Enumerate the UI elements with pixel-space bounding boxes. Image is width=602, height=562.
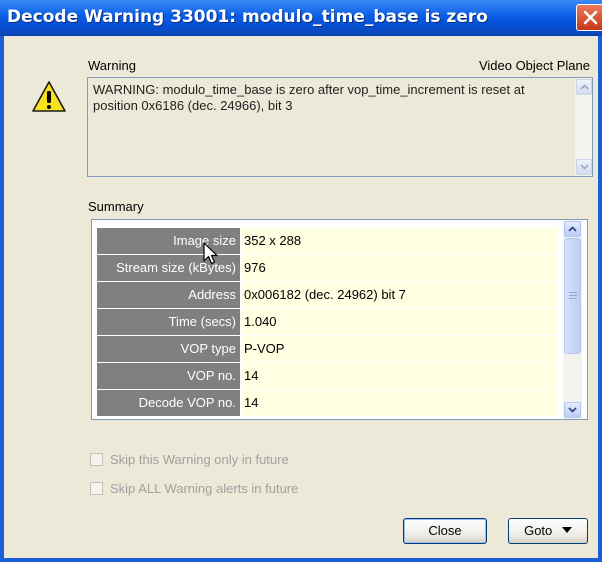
scroll-thumb[interactable] bbox=[564, 238, 581, 354]
row-value: 0x006182 (dec. 24962) bit 7 bbox=[242, 282, 557, 308]
chevron-up-icon bbox=[568, 226, 577, 232]
table-row: Decode VOP no. 14 bbox=[97, 390, 557, 417]
goto-button-label: Goto bbox=[524, 523, 553, 538]
skip-all-warnings-option[interactable]: Skip ALL Warning alerts in future bbox=[90, 481, 298, 496]
summary-label: Summary bbox=[88, 199, 144, 214]
row-value: 976 bbox=[242, 255, 557, 281]
row-name: Stream size (kBytes) bbox=[97, 255, 241, 281]
warning-message-text: WARNING: modulo_time_base is zero after … bbox=[93, 82, 525, 113]
table-row: VOP type P-VOP bbox=[97, 336, 557, 363]
warning-message-box[interactable]: WARNING: modulo_time_base is zero after … bbox=[87, 77, 593, 177]
section-label: Video Object Plane bbox=[478, 58, 590, 73]
row-value: 14 bbox=[242, 390, 557, 416]
table-row: Time (secs) 1.040 bbox=[97, 309, 557, 336]
window-title: Decode Warning 33001: modulo_time_base i… bbox=[7, 7, 488, 27]
table-row: Image size 352 x 288 bbox=[97, 228, 557, 255]
table-row: Stream size (kBytes) 976 bbox=[97, 255, 557, 282]
dialog-window: Decode Warning 33001: modulo_time_base i… bbox=[0, 0, 602, 562]
skip-this-warning-option[interactable]: Skip this Warning only in future bbox=[90, 452, 289, 467]
row-name: VOP no. bbox=[97, 363, 241, 389]
row-value: 1.040 bbox=[242, 309, 557, 335]
skip-this-label: Skip this Warning only in future bbox=[110, 452, 289, 467]
row-name: VOP type bbox=[97, 336, 241, 362]
scroll-down-button[interactable] bbox=[576, 159, 592, 175]
chevron-down-icon bbox=[568, 407, 577, 413]
close-button[interactable]: Close bbox=[403, 518, 487, 544]
table-row: VOP no. 14 bbox=[97, 363, 557, 390]
window-close-button[interactable] bbox=[576, 4, 602, 31]
scroll-up-button[interactable] bbox=[576, 79, 592, 95]
skip-all-label: Skip ALL Warning alerts in future bbox=[110, 481, 299, 496]
mouse-cursor-icon bbox=[203, 242, 219, 269]
warning-label: Warning bbox=[88, 58, 136, 73]
summary-table[interactable]: Image size 352 x 288 Stream size (kBytes… bbox=[91, 219, 588, 420]
summary-scrollbar[interactable] bbox=[563, 220, 582, 419]
summary-scroll-up-button[interactable] bbox=[564, 221, 581, 237]
title-bar[interactable]: Decode Warning 33001: modulo_time_base i… bbox=[0, 0, 602, 36]
summary-scroll-down-button[interactable] bbox=[564, 402, 581, 418]
row-value: 14 bbox=[242, 363, 557, 389]
dialog-client: Warning Video Object Plane WARNING: modu… bbox=[4, 36, 598, 558]
row-value: P-VOP bbox=[242, 336, 557, 362]
skip-all-checkbox[interactable] bbox=[90, 482, 103, 495]
skip-this-checkbox[interactable] bbox=[90, 453, 103, 466]
row-name: Address bbox=[97, 282, 241, 308]
summary-grid: Image size 352 x 288 Stream size (kBytes… bbox=[97, 228, 557, 418]
goto-button[interactable]: Goto bbox=[508, 518, 588, 544]
close-button-label: Close bbox=[428, 523, 462, 538]
warning-triangle-icon bbox=[31, 80, 67, 116]
message-scrollbar[interactable] bbox=[575, 78, 592, 176]
row-name: Time (secs) bbox=[97, 309, 241, 335]
row-value: 352 x 288 bbox=[242, 228, 557, 254]
chevron-down-icon bbox=[580, 164, 589, 170]
triangle-down-icon bbox=[556, 523, 572, 538]
row-name: Image size bbox=[97, 228, 241, 254]
table-row: Address 0x006182 (dec. 24962) bit 7 bbox=[97, 282, 557, 309]
row-name: Decode VOP no. bbox=[97, 390, 241, 416]
chevron-up-icon bbox=[580, 84, 589, 90]
